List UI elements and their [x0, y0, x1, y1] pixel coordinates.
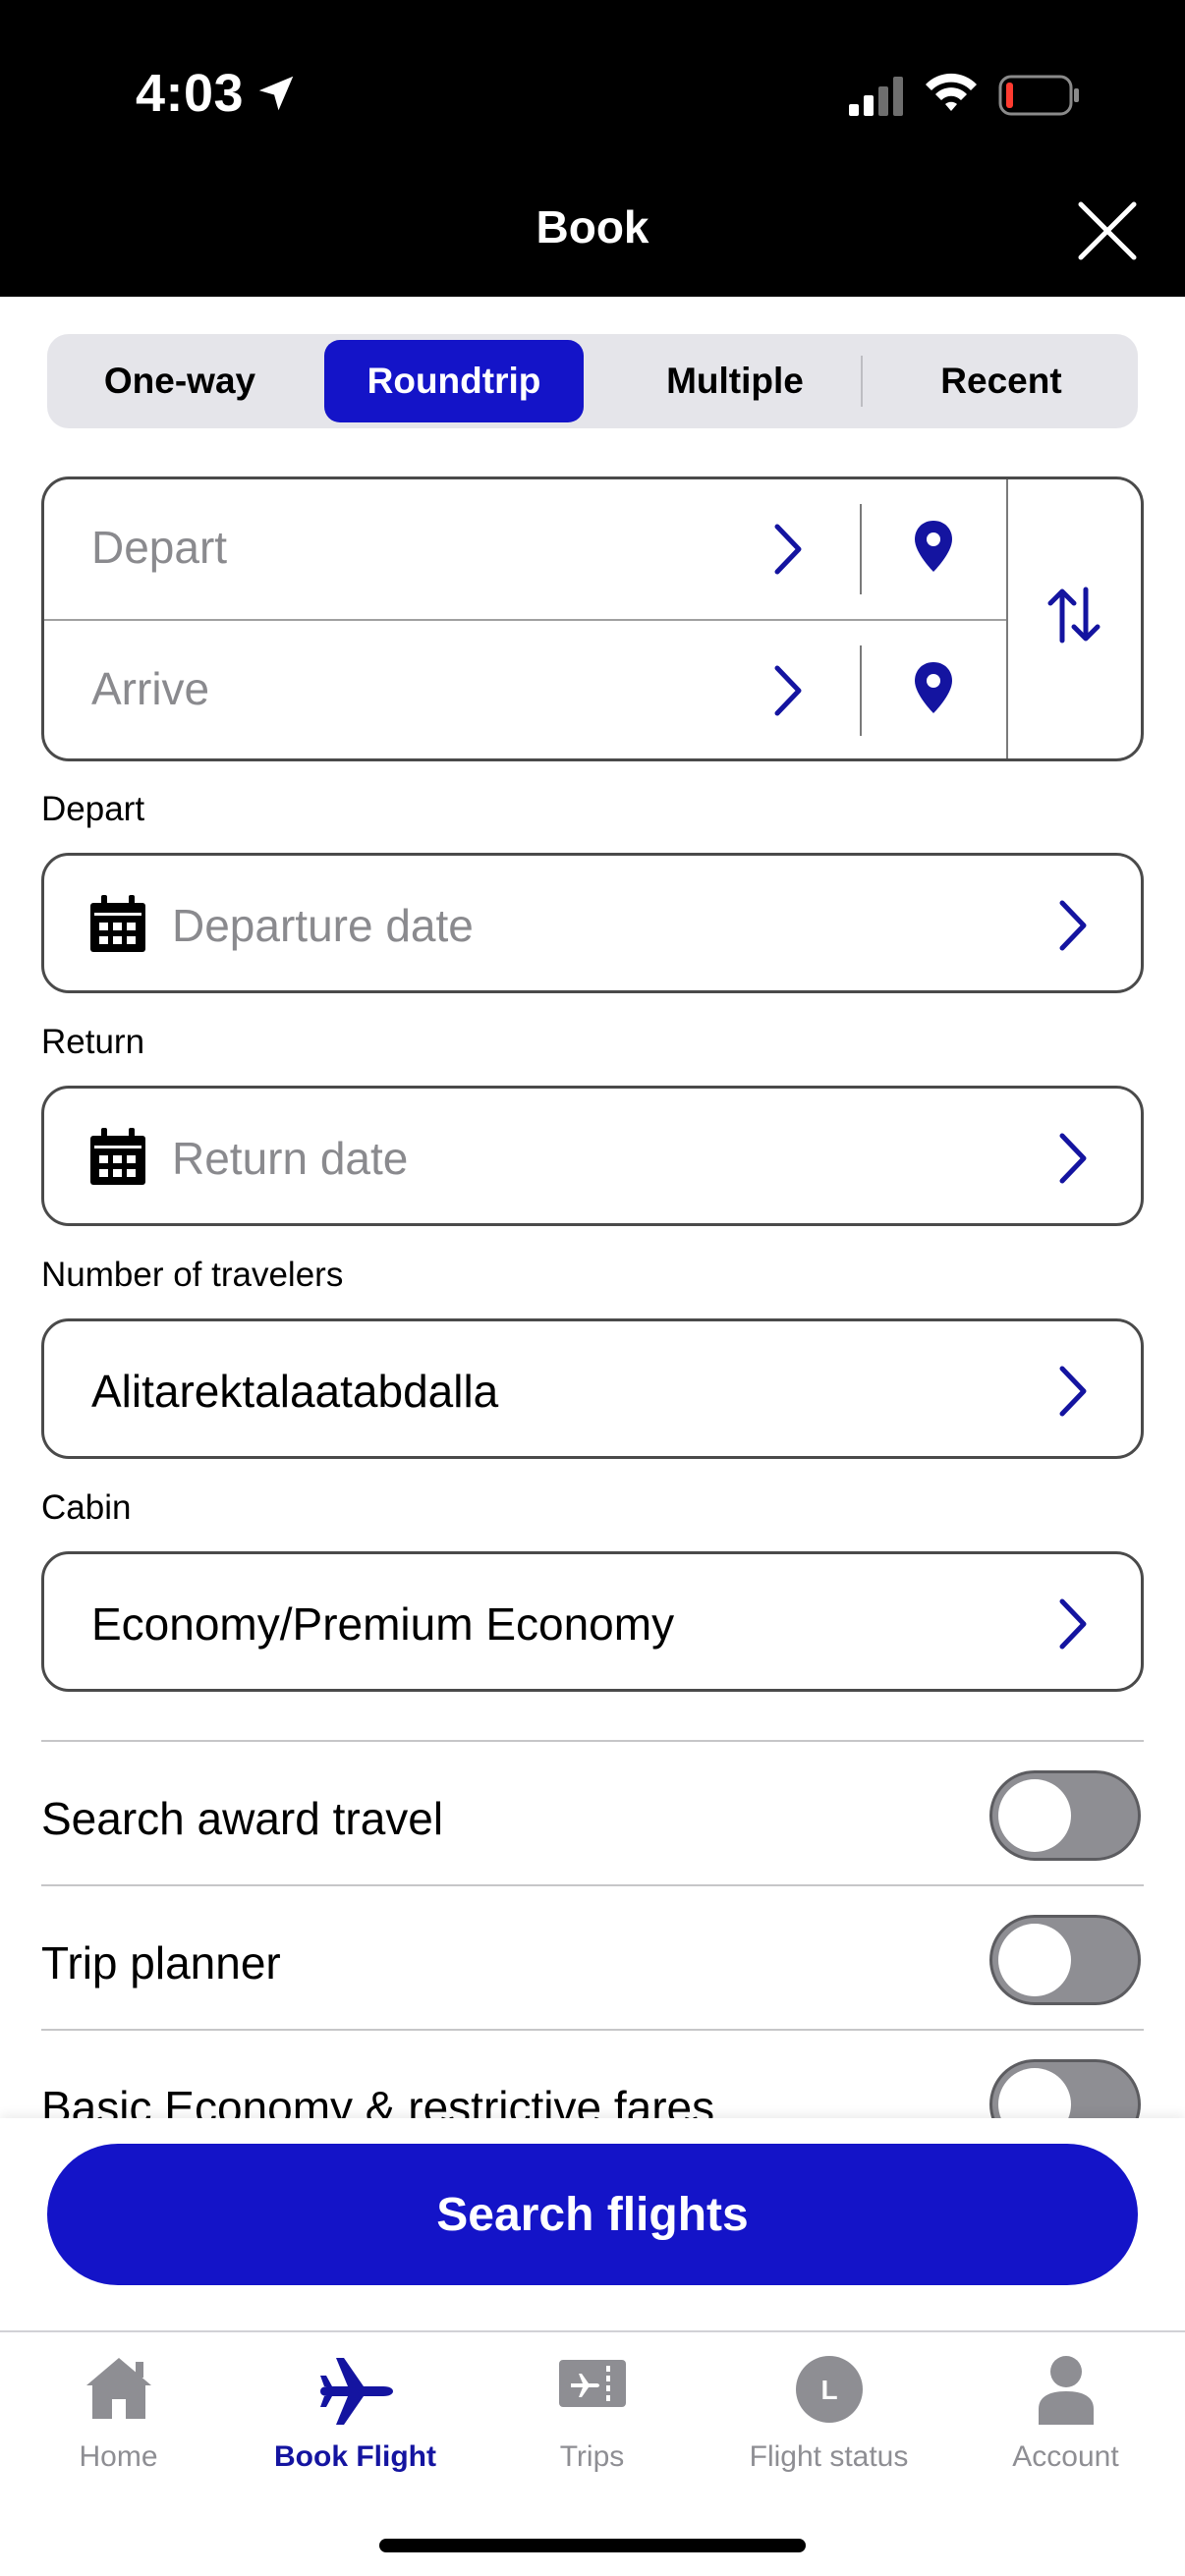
page-title: Book: [536, 201, 649, 252]
tab-trips[interactable]: Trips: [474, 2332, 710, 2509]
return-date-label: Return: [41, 1023, 145, 1061]
search-flights-button[interactable]: Search flights: [47, 2144, 1138, 2285]
row-divider: [860, 645, 862, 736]
tab-home[interactable]: Home: [0, 2332, 237, 2509]
ticket-icon: [558, 2360, 626, 2407]
return-date-placeholder: Return date: [172, 1133, 409, 1184]
airport-selector: Depart Arrive: [41, 476, 1144, 761]
return-date-field[interactable]: Return date: [41, 1086, 1144, 1226]
tab-book-flight[interactable]: Book Flight: [237, 2332, 474, 2509]
home-icon: [85, 2358, 151, 2419]
section-divider: [41, 2029, 1144, 2031]
calendar-icon: [90, 895, 145, 952]
tab-flight-status[interactable]: L Flight status: [710, 2332, 947, 2509]
segment-divider: [861, 356, 863, 407]
tab-recent[interactable]: Recent: [873, 340, 1130, 422]
tab-multiple[interactable]: Multiple: [603, 340, 867, 422]
status-time: 4:03: [136, 64, 245, 123]
location-pin-icon[interactable]: [913, 660, 954, 715]
cabin-label: Cabin: [41, 1488, 132, 1527]
tab-one-way[interactable]: One-way: [57, 340, 303, 422]
departure-date-placeholder: Departure date: [172, 900, 474, 951]
tab-roundtrip[interactable]: Roundtrip: [324, 340, 584, 422]
top-bar: 4:03 Book: [0, 0, 1185, 297]
clock-badge-icon: L: [795, 2356, 863, 2423]
cabin-field[interactable]: Economy/Premium Economy: [41, 1551, 1144, 1692]
tab-trips-label: Trips: [559, 2440, 625, 2473]
person-icon: [1038, 2356, 1094, 2425]
toggle-knob: [998, 1924, 1071, 1996]
chevron-right-icon: [774, 665, 802, 716]
travelers-field[interactable]: Alitarektalaatabdalla: [41, 1318, 1144, 1459]
arrive-airport-placeholder: Arrive: [91, 663, 210, 714]
depart-date-label: Depart: [41, 790, 145, 828]
home-indicator: [379, 2539, 806, 2552]
travelers-label: Number of travelers: [41, 1256, 344, 1294]
tab-account-label: Account: [1012, 2440, 1119, 2473]
chevron-right-icon: [1059, 900, 1087, 951]
trip-planner-label: Trip planner: [41, 1937, 281, 1988]
swap-divider: [1006, 479, 1008, 758]
chevron-right-icon: [1059, 1133, 1087, 1184]
award-travel-toggle[interactable]: [989, 1770, 1141, 1861]
search-button-area: Search flights: [0, 2118, 1185, 2330]
location-pin-icon[interactable]: [913, 519, 954, 574]
calendar-icon: [90, 1128, 145, 1185]
tab-flight-status-label: Flight status: [749, 2440, 909, 2473]
toggle-knob: [998, 1779, 1071, 1852]
depart-airport-row[interactable]: Depart: [44, 479, 1007, 620]
arrive-airport-row[interactable]: Arrive: [44, 621, 1007, 761]
award-travel-label: Search award travel: [41, 1793, 444, 1844]
departure-date-field[interactable]: Departure date: [41, 853, 1144, 993]
battery-low-icon: [998, 75, 1079, 116]
chevron-right-icon: [1059, 1598, 1087, 1650]
trip-planner-toggle[interactable]: [989, 1915, 1141, 2005]
wifi-icon: [926, 73, 977, 111]
chevron-right-icon: [774, 524, 802, 575]
cabin-value: Economy/Premium Economy: [91, 1598, 675, 1650]
row-divider: [860, 504, 862, 594]
trip-type-selector: One-way Roundtrip Multiple Recent: [47, 334, 1138, 428]
airplane-icon: [319, 2358, 393, 2425]
tab-home-label: Home: [79, 2440, 158, 2473]
depart-airport-placeholder: Depart: [91, 522, 228, 573]
tab-book-flight-label: Book Flight: [274, 2440, 436, 2473]
tab-account[interactable]: Account: [947, 2332, 1184, 2509]
chevron-right-icon: [1059, 1366, 1087, 1417]
status-glyph: L: [820, 2375, 837, 2405]
location-arrow-icon: [258, 76, 294, 111]
section-divider: [41, 1884, 1144, 1886]
cellular-signal-icon: [849, 77, 903, 116]
section-divider: [41, 1740, 1144, 1742]
swap-airports-icon[interactable]: [1046, 586, 1101, 644]
close-icon[interactable]: [1073, 196, 1142, 265]
travelers-value: Alitarektalaatabdalla: [91, 1366, 499, 1417]
